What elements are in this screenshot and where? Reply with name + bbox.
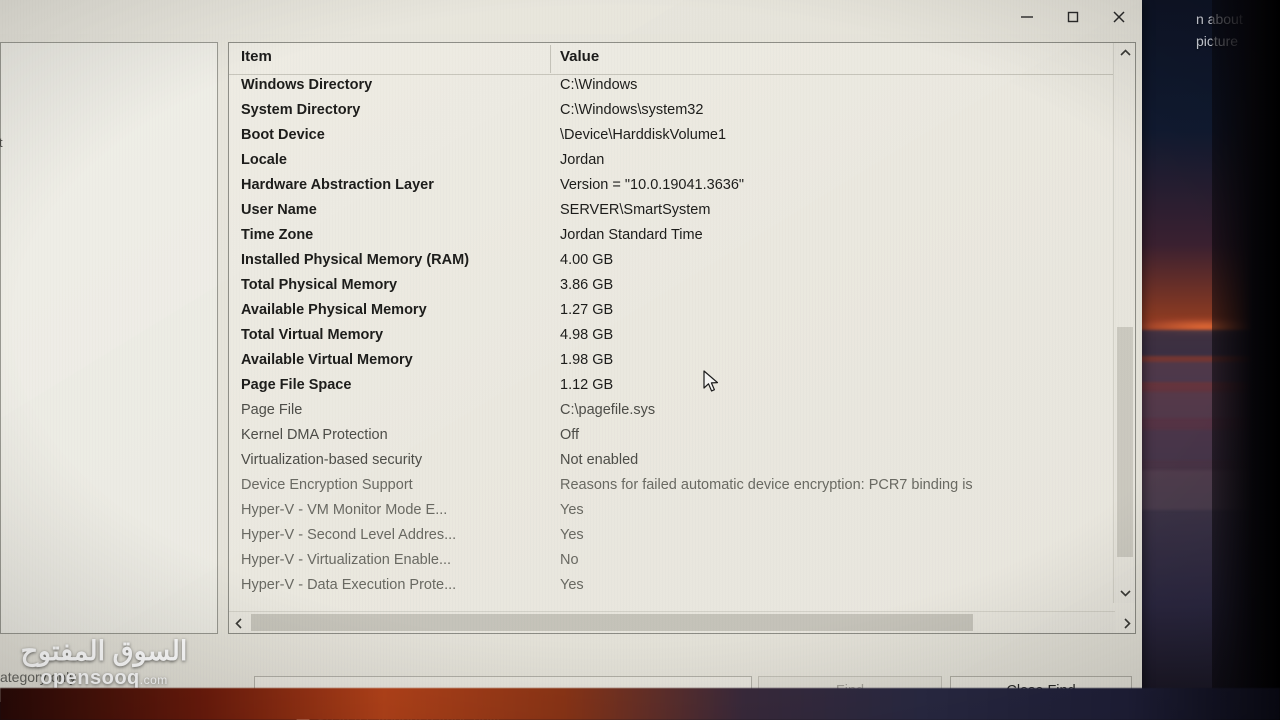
table-row[interactable]: User Name SERVER\SmartSystem	[229, 200, 1135, 225]
table-cell-item: Page File Space	[241, 377, 352, 393]
table-cell-item: Hyper-V - Second Level Addres...	[241, 527, 457, 543]
table-row[interactable]: Hyper-V - VM Monitor Mode E... Yes	[229, 500, 1135, 525]
table-cell-item: Total Physical Memory	[241, 277, 398, 293]
table-row[interactable]: Total Physical Memory 3.86 GB	[229, 275, 1135, 300]
table-cell-item: Hyper-V - VM Monitor Mode E...	[241, 502, 448, 518]
table-cell-value: Yes	[560, 577, 584, 593]
table-row[interactable]: Page File Space 1.12 GB	[229, 375, 1135, 400]
chevron-up-icon[interactable]	[1114, 43, 1135, 63]
table-cell-item: Available Physical Memory	[241, 302, 427, 318]
table-cell-value: 1.98 GB	[560, 352, 614, 368]
table-row[interactable]: Hyper-V - Data Execution Prote... Yes	[229, 575, 1135, 600]
table-cell-value: Off	[560, 427, 580, 443]
table-cell-item: Device Encryption Support	[241, 477, 413, 493]
system-information-window: t Item Value Windows Directory C:\Windows…	[0, 0, 1142, 720]
monitor-bezel-bottom	[0, 688, 1280, 720]
table-cell-value: Jordan	[560, 152, 605, 168]
list-rows: Windows Directory C:\Windows System Direct…	[229, 75, 1135, 603]
table-cell-item: Hardware Abstraction Layer	[241, 177, 434, 193]
table-cell-item: Locale	[241, 152, 287, 168]
list-column-header: Item Value	[229, 43, 1135, 75]
system-info-list: Item Value Windows Directory C:\Windows Sy…	[228, 42, 1136, 634]
table-cell-value: 3.86 GB	[560, 277, 614, 293]
chevron-down-icon[interactable]	[1114, 583, 1135, 603]
table-cell-value: Jordan Standard Time	[560, 227, 703, 243]
table-cell-value: C:\Windows\system32	[560, 102, 704, 118]
horizontal-scrollbar[interactable]	[229, 611, 1131, 633]
vertical-scrollbar-thumb[interactable]	[1117, 327, 1133, 557]
table-cell-value: 1.12 GB	[560, 377, 614, 393]
window-caption-buttons	[1004, 0, 1142, 34]
chevron-right-icon[interactable]	[1117, 612, 1135, 633]
table-cell-value: 1.27 GB	[560, 302, 614, 318]
table-row[interactable]: Boot Device \Device\HarddiskVolume1	[229, 125, 1135, 150]
table-cell-item: Kernel DMA Protection	[241, 427, 388, 443]
category-tree-pane[interactable]: t	[0, 42, 218, 634]
table-row[interactable]: Total Virtual Memory 4.98 GB	[229, 325, 1135, 350]
table-cell-value: Version = "10.0.19041.3636"	[560, 177, 745, 193]
table-cell-value: C:\pagefile.sys	[560, 402, 656, 418]
table-cell-value: SERVER\SmartSystem	[560, 202, 711, 218]
table-cell-item: Installed Physical Memory (RAM)	[241, 252, 470, 268]
table-row[interactable]: Hyper-V - Second Level Addres... Yes	[229, 525, 1135, 550]
table-row[interactable]: Installed Physical Memory (RAM) 4.00 GB	[229, 250, 1135, 275]
maximize-icon[interactable]	[1050, 0, 1096, 34]
table-cell-value: C:\Windows	[560, 77, 638, 93]
vertical-scrollbar[interactable]	[1113, 43, 1135, 603]
table-row[interactable]: Available Physical Memory 1.27 GB	[229, 300, 1135, 325]
screenshot-root: n about picture t	[0, 0, 1280, 720]
close-icon[interactable]	[1096, 0, 1142, 34]
table-row[interactable]: Kernel DMA Protection Off	[229, 425, 1135, 450]
table-row[interactable]: Time Zone Jordan Standard Time	[229, 225, 1135, 250]
table-cell-item: User Name	[241, 202, 317, 218]
table-cell-value: Yes	[560, 502, 584, 518]
table-cell-value: Not enabled	[560, 452, 639, 468]
table-cell-item: System Directory	[241, 102, 361, 118]
table-row[interactable]: Available Virtual Memory 1.98 GB	[229, 350, 1135, 375]
table-cell-item: Windows Directory	[241, 77, 373, 93]
table-cell-value: Yes	[560, 527, 584, 543]
minimize-icon[interactable]	[1004, 0, 1050, 34]
table-row[interactable]: Hyper-V - Virtualization Enable... No	[229, 550, 1135, 575]
table-row[interactable]: Windows Directory C:\Windows	[229, 75, 1135, 100]
table-row[interactable]: System Directory C:\Windows\system32	[229, 100, 1135, 125]
table-cell-value: 4.00 GB	[560, 252, 614, 268]
column-header-value[interactable]: Value	[560, 48, 599, 65]
table-cell-value: No	[560, 552, 579, 568]
table-row[interactable]: Hardware Abstraction Layer Version = "10.…	[229, 175, 1135, 200]
table-cell-item: Available Virtual Memory	[241, 352, 413, 368]
table-cell-item: Page File	[241, 402, 303, 418]
window-content: t Item Value Windows Directory C:\Windows…	[0, 34, 1142, 720]
table-cell-item: Boot Device	[241, 127, 325, 143]
tree-item-stub[interactable]: t	[0, 135, 3, 150]
horizontal-scrollbar-thumb[interactable]	[251, 614, 973, 631]
table-cell-item: Time Zone	[241, 227, 314, 243]
table-row[interactable]: Device Encryption Support Reasons for fai…	[229, 475, 1135, 500]
column-divider[interactable]	[550, 45, 551, 73]
column-header-item[interactable]: Item	[241, 48, 272, 65]
chevron-left-icon[interactable]	[229, 612, 249, 633]
table-cell-item: Total Virtual Memory	[241, 327, 384, 343]
table-cell-item: Hyper-V - Virtualization Enable...	[241, 552, 452, 568]
monitor-bezel-right	[1212, 0, 1280, 720]
table-cell-value: Reasons for failed automatic device encr…	[560, 477, 973, 493]
table-cell-value: 4.98 GB	[560, 327, 614, 343]
table-row[interactable]: Page File C:\pagefile.sys	[229, 400, 1135, 425]
window-titlebar[interactable]	[0, 0, 1142, 34]
table-row[interactable]: Locale Jordan	[229, 150, 1135, 175]
clipped-category-text: ategory only	[0, 669, 77, 685]
table-cell-value: \Device\HarddiskVolume1	[560, 127, 727, 143]
table-row[interactable]: Virtualization-based security Not enabled	[229, 450, 1135, 475]
table-cell-item: Hyper-V - Data Execution Prote...	[241, 577, 457, 593]
table-cell-item: Virtualization-based security	[241, 452, 423, 468]
